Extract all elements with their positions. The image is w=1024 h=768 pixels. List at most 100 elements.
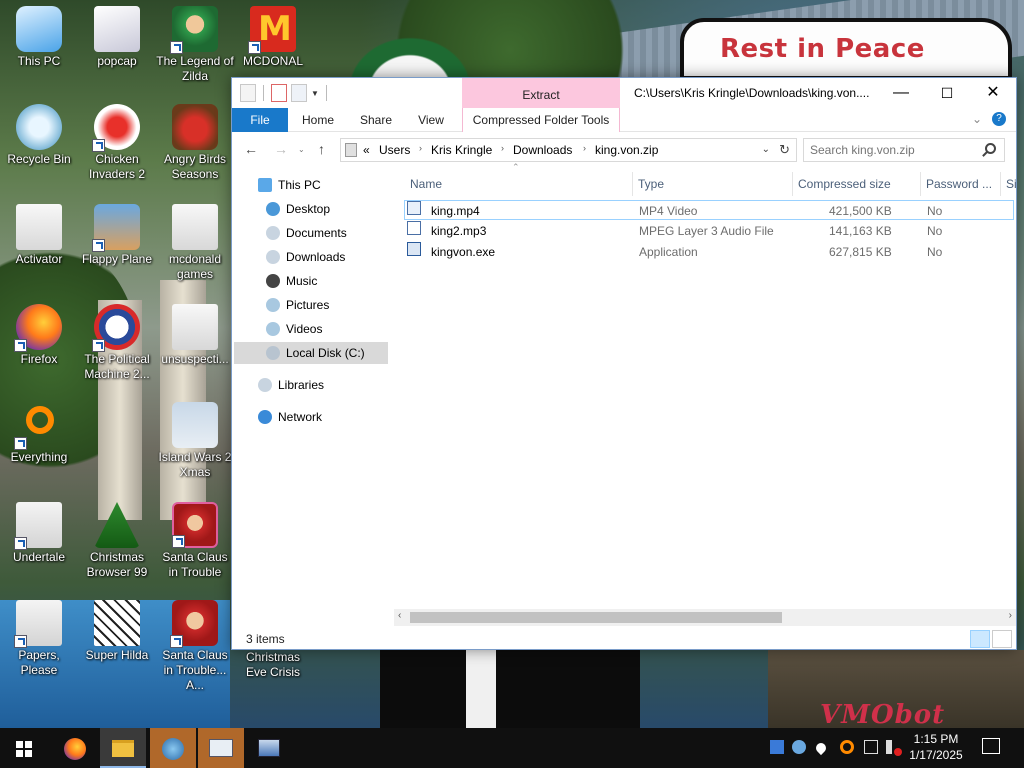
file-password: No bbox=[927, 204, 943, 218]
nav-music[interactable]: Music bbox=[266, 270, 317, 292]
desktop-icon-mcdonal[interactable]: M MCDONAL bbox=[234, 6, 312, 69]
breadcrumb-users[interactable]: Users bbox=[379, 143, 410, 157]
nav-documents[interactable]: Documents bbox=[266, 222, 347, 244]
desktop-icon-undertale[interactable]: Undertale bbox=[0, 502, 78, 565]
notifications-icon[interactable] bbox=[982, 738, 1000, 754]
column-header-name[interactable]: Name bbox=[410, 172, 630, 196]
breadcrumb-kris-kringle[interactable]: Kris Kringle bbox=[431, 143, 492, 157]
close-button[interactable]: ✕ bbox=[970, 78, 1016, 108]
desktop-icon-popcap[interactable]: popcap bbox=[78, 6, 156, 69]
column-header-compressed-size[interactable]: Compressed size bbox=[798, 172, 916, 196]
taskbar-app-remote[interactable] bbox=[246, 728, 292, 768]
recent-locations-chevron-icon[interactable]: ⌄ bbox=[298, 145, 305, 154]
desktop-icon-activator[interactable]: Activator bbox=[0, 204, 78, 267]
desktop-icon-super-hilda[interactable]: Super Hilda bbox=[78, 600, 156, 663]
desktop-icon-flappy-plane[interactable]: Flappy Plane bbox=[78, 204, 156, 267]
tab-file[interactable]: File bbox=[232, 108, 288, 132]
desktop-icon-christmas-browser-99[interactable]: Christmas Browser 99 bbox=[78, 502, 156, 580]
desktop-icon-santa-claus-in-trouble-again[interactable]: Santa Claus in Trouble... A... bbox=[156, 600, 234, 693]
help-icon[interactable]: ? bbox=[992, 112, 1006, 126]
address-bar[interactable]: « Users › Kris Kringle › Downloads › kin… bbox=[340, 138, 797, 162]
minimize-button[interactable]: — bbox=[878, 78, 924, 108]
breadcrumb-separator-icon[interactable]: › bbox=[419, 143, 422, 153]
column-separator[interactable] bbox=[792, 172, 793, 196]
tab-share[interactable]: Share bbox=[350, 108, 402, 132]
breadcrumb-overflow[interactable]: « bbox=[363, 143, 370, 157]
column-header-password[interactable]: Password ... bbox=[926, 172, 998, 196]
column-separator[interactable] bbox=[632, 172, 633, 196]
tray-network-icon[interactable] bbox=[864, 740, 878, 754]
properties-icon[interactable] bbox=[271, 84, 287, 102]
tab-home[interactable]: Home bbox=[292, 108, 344, 132]
desktop-icon-angry-birds-seasons[interactable]: Angry Birds Seasons bbox=[156, 104, 234, 182]
title-bar[interactable]: ▼ Extract C:\Users\Kris Kringle\Download… bbox=[232, 78, 1016, 108]
nav-label: Music bbox=[286, 274, 318, 288]
table-row[interactable]: king2.mp3 MPEG Layer 3 Audio File 141,16… bbox=[405, 221, 1015, 241]
desktop-icon-santa-claus-in-trouble[interactable]: Santa Claus in Trouble bbox=[156, 502, 234, 580]
tab-view[interactable]: View bbox=[408, 108, 454, 132]
tray-drop-icon[interactable] bbox=[813, 740, 829, 756]
taskbar-app-network[interactable] bbox=[150, 728, 196, 768]
table-row[interactable]: king.mp4 MP4 Video 421,500 KB No bbox=[404, 200, 1014, 220]
desktop-icon-firefox[interactable]: Firefox bbox=[0, 304, 78, 367]
desktop-icon-recycle-bin[interactable]: Recycle Bin bbox=[0, 104, 78, 167]
scrollbar-thumb[interactable] bbox=[410, 612, 782, 623]
breadcrumb-separator-icon[interactable]: › bbox=[501, 143, 504, 153]
folder-icon[interactable] bbox=[240, 84, 256, 102]
desktop-icon-christmas-eve-crisis[interactable]: Christmas Eve Crisis bbox=[234, 650, 312, 680]
up-arrow-icon[interactable]: ↑ bbox=[318, 141, 325, 157]
maximize-button[interactable]: ☐ bbox=[924, 78, 970, 108]
desktop-icon-mcdonald-games[interactable]: mcdonald games bbox=[156, 204, 234, 282]
clock[interactable]: 1:15 PM 1/17/2025 bbox=[906, 731, 966, 763]
breadcrumb-separator-icon[interactable]: › bbox=[583, 143, 586, 153]
scroll-right-arrow-icon[interactable]: › bbox=[1009, 610, 1012, 621]
desktop-icon-everything[interactable]: Everything bbox=[0, 402, 78, 465]
refresh-icon[interactable]: ↻ bbox=[779, 142, 790, 158]
details-view-button[interactable] bbox=[970, 630, 990, 648]
scroll-left-arrow-icon[interactable]: ‹ bbox=[398, 610, 401, 621]
column-header-type[interactable]: Type bbox=[638, 172, 788, 196]
taskbar-firefox[interactable] bbox=[52, 728, 98, 768]
address-dropdown-chevron-icon[interactable]: ⌄ bbox=[762, 144, 770, 155]
column-header-size[interactable]: Si bbox=[1006, 172, 1016, 196]
nav-pictures[interactable]: Pictures bbox=[266, 294, 329, 316]
nav-videos[interactable]: Videos bbox=[266, 318, 322, 340]
column-separator[interactable] bbox=[920, 172, 921, 196]
taskbar-app-viewer[interactable] bbox=[198, 728, 244, 768]
search-icon[interactable] bbox=[985, 143, 996, 154]
tray-app-icon[interactable] bbox=[770, 740, 784, 754]
new-folder-icon[interactable] bbox=[291, 84, 307, 102]
desktop-icon-this-pc[interactable]: This PC bbox=[0, 6, 78, 69]
nav-desktop[interactable]: Desktop bbox=[266, 198, 330, 220]
expand-ribbon-chevron-icon[interactable]: ⌄ bbox=[972, 112, 982, 126]
tray-users-icon[interactable] bbox=[792, 740, 806, 754]
back-arrow-icon[interactable]: ← bbox=[244, 141, 258, 157]
horizontal-scrollbar[interactable]: ‹ › bbox=[394, 609, 1016, 626]
desktop-icon-legend-of-zilda[interactable]: The Legend of Zilda bbox=[156, 6, 234, 84]
extract-context-tab[interactable]: Extract bbox=[462, 78, 620, 108]
plane-icon bbox=[92, 204, 140, 252]
desktop-icon-chicken-invaders-2[interactable]: Chicken Invaders 2 bbox=[78, 104, 156, 182]
search-input[interactable] bbox=[810, 140, 980, 160]
breadcrumb-downloads[interactable]: Downloads bbox=[513, 143, 572, 157]
forward-arrow-icon[interactable]: → bbox=[274, 141, 288, 157]
search-box[interactable] bbox=[803, 138, 1005, 162]
nav-network[interactable]: Network bbox=[258, 406, 322, 428]
tray-everything-icon[interactable] bbox=[840, 740, 854, 754]
nav-downloads[interactable]: Downloads bbox=[266, 246, 345, 268]
nav-local-disk-c[interactable]: Local Disk (C:) bbox=[234, 342, 388, 364]
start-button[interactable] bbox=[0, 728, 46, 768]
desktop-icon-political-machine[interactable]: The Political Machine 2... bbox=[78, 304, 156, 382]
nav-libraries[interactable]: Libraries bbox=[258, 374, 324, 396]
column-separator[interactable] bbox=[1000, 172, 1001, 196]
breadcrumb-king-von-zip[interactable]: king.von.zip bbox=[595, 143, 658, 157]
desktop-icon-island-wars-2-xmas[interactable]: Island Wars 2 Xmas bbox=[156, 402, 234, 480]
customize-toolbar-chevron-icon[interactable]: ▼ bbox=[311, 89, 319, 98]
nav-this-pc[interactable]: This PC bbox=[258, 174, 321, 196]
desktop-icon-unsuspecting[interactable]: unsuspecti... bbox=[156, 304, 234, 367]
tab-compressed-folder-tools[interactable]: Compressed Folder Tools bbox=[462, 108, 620, 132]
table-row[interactable]: kingvon.exe Application 627,815 KB No bbox=[405, 242, 1015, 262]
large-icons-view-button[interactable] bbox=[992, 630, 1012, 648]
desktop-icon-papers-please[interactable]: Papers, Please bbox=[0, 600, 78, 678]
taskbar-file-explorer[interactable] bbox=[100, 728, 146, 768]
